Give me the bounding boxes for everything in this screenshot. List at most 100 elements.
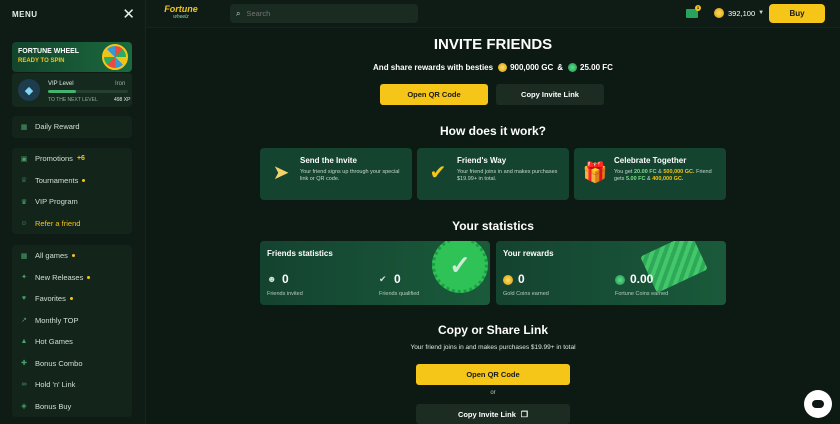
copy-icon: ❐ — [520, 409, 529, 419]
gc-amount: 900,000 — [510, 63, 539, 72]
statistics-title: Your statistics — [452, 219, 534, 233]
sidebar-item-label: Hot Games — [35, 337, 73, 347]
friends-invited-value: 0 — [282, 272, 289, 286]
chat-button[interactable] — [804, 390, 832, 418]
users-icon: ☺ — [20, 219, 28, 227]
gold-coin-icon — [498, 63, 508, 72]
sidebar-item-refer-friend[interactable]: ☺ Refer a friend — [12, 213, 132, 235]
desc-gc: 500,000 GC. — [663, 169, 695, 175]
page-title: INVITE FRIENDS — [433, 36, 553, 53]
how-card-desc: Your friend joins in and makes purchases… — [457, 169, 558, 182]
copy-link-label: Copy Invite Link — [457, 409, 516, 419]
sidebar-item-tournaments[interactable]: ♕ Tournaments — [12, 170, 132, 192]
fortune-coin-icon — [615, 275, 625, 285]
new-dot — [87, 275, 91, 279]
fortune-wheel-card[interactable]: FORTUNE WHEEL READY TO SPIN — [12, 42, 132, 72]
how-card-desc: Your friend signs up through your specia… — [300, 169, 400, 182]
vip-card[interactable]: ◆ VIP Level Iron TO THE NEXT LEVEL 498 X… — [12, 73, 132, 107]
how-card-title: Send the Invite — [300, 156, 357, 165]
copy-invite-link-button[interactable]: Copy Invite Link — [496, 84, 604, 105]
combo-icon: ✚ — [21, 360, 27, 368]
sidebar-item-label: All games — [35, 251, 68, 261]
notification-badge: 1 — [695, 5, 701, 11]
sidebar-item-label: Monthly TOP — [35, 315, 79, 325]
sidebar-item-daily-reward[interactable]: ▦ Daily Reward — [12, 116, 132, 138]
sidebar-item-all-games[interactable]: ▦ All games — [12, 245, 132, 267]
sidebar-group-promo: ▣ Promotions +6 ♕ Tournaments ♛ VIP Prog… — [12, 148, 132, 234]
fortune-wheel-title: FORTUNE WHEEL — [18, 48, 80, 55]
how-card-desc: You get 20.00 FC & 500,000 GC. Friend ge… — [614, 169, 722, 183]
share-open-qr-code-button[interactable]: Open QR Code — [416, 364, 570, 385]
invite-subtitle: And share rewards with besties 900,000 G… — [146, 63, 840, 72]
sidebar-item-monthly-top[interactable]: ↗ Monthly TOP — [12, 310, 132, 332]
logo-main-text: Fortune — [164, 4, 198, 14]
link-icon: ∞ — [21, 381, 27, 389]
copy-share-title: Copy or Share Link — [437, 323, 549, 337]
gold-coins-label: Gold Coins earned — [503, 291, 549, 297]
diamond-icon: ◆ — [18, 79, 40, 101]
sidebar-item-label: VIP Program — [35, 197, 78, 207]
search-bar[interactable]: ⌕ — [230, 4, 418, 23]
trending-icon: ↗ — [21, 317, 27, 325]
desc-gc: 400,000 GC. — [652, 176, 684, 182]
sidebar-group-games: ▦ All games ✦ New Releases ♥ Favorites ↗… — [12, 245, 132, 417]
gift-box-icon: 🎁 — [582, 161, 608, 184]
fire-icon: ▲ — [20, 338, 28, 346]
new-dot — [71, 254, 75, 258]
stat-card-title: Your rewards — [503, 249, 554, 258]
logo[interactable]: Fortune wheelz — [161, 4, 201, 20]
desc-fc: 5.00 FC — [625, 176, 646, 182]
desc-fc: 20.00 FC — [634, 169, 657, 175]
stat-card-title: Friends statistics — [267, 249, 333, 258]
sidebar-item-hot-games[interactable]: ▲ Hot Games — [12, 331, 132, 353]
open-qr-code-button[interactable]: Open QR Code — [380, 84, 488, 105]
crown-icon: ♛ — [20, 198, 28, 206]
top-bar: Fortune wheelz ⌕ 1 392,100 ▼ Buy — [146, 0, 840, 28]
sidebar-item-label: Daily Reward — [35, 122, 80, 132]
fortune-coins-label: Fortune Coins earned — [615, 291, 669, 297]
grid-icon: ▦ — [20, 252, 28, 260]
sidebar-item-bonus-combo[interactable]: ✚ Bonus Combo — [12, 353, 132, 375]
sidebar-item-label: Favorites — [35, 294, 66, 304]
promotions-count-badge: +6 — [76, 155, 85, 163]
trophy-icon: ♕ — [20, 177, 28, 185]
vip-next-label: TO THE NEXT LEVEL — [48, 97, 98, 103]
friends-qualified-value: 0 — [394, 272, 401, 286]
fortune-wheel-status: READY TO SPIN — [18, 58, 65, 64]
check-circle-icon: ✔ — [379, 274, 387, 284]
buy-button[interactable]: Buy — [769, 4, 825, 23]
sidebar-item-label: Bonus Buy — [35, 401, 72, 411]
sidebar-item-new-releases[interactable]: ✦ New Releases — [12, 267, 132, 289]
gold-coin-icon — [714, 8, 724, 18]
sidebar-item-label: Hold 'n' Link — [35, 380, 76, 390]
gold-coins-value: 0 — [518, 272, 525, 286]
sidebar-item-vip-program[interactable]: ♛ VIP Program — [12, 191, 132, 213]
sidebar-item-favorites[interactable]: ♥ Favorites — [12, 288, 132, 310]
invite-subtitle-text: And share rewards with besties — [373, 63, 494, 72]
sidebar: MENU ✕ FORTUNE WHEEL READY TO SPIN ◆ VIP… — [0, 0, 146, 424]
calendar-icon: ▦ — [20, 123, 28, 131]
how-card-send-invite: ➤ Send the Invite Your friend signs up t… — [260, 148, 412, 200]
new-dot — [69, 297, 73, 301]
amp-sign: & — [557, 63, 564, 72]
or-separator: or — [490, 390, 496, 396]
new-dot — [82, 178, 86, 182]
balance-value: 392,100 — [728, 8, 756, 18]
sidebar-item-promotions[interactable]: ▣ Promotions +6 — [12, 148, 132, 170]
sidebar-item-label: Tournaments — [35, 175, 79, 185]
sidebar-item-hold-n-link[interactable]: ∞ Hold 'n' Link — [12, 374, 132, 396]
chat-icon — [812, 400, 824, 408]
desc-amp: & — [658, 169, 662, 175]
fc-amount: 25.00 — [580, 63, 601, 72]
balance-selector[interactable]: 392,100 ▼ — [714, 8, 764, 18]
friends-invited-label: Friends invited — [267, 291, 303, 297]
close-icon[interactable]: ✕ — [122, 7, 135, 22]
share-copy-invite-link-button[interactable]: Copy Invite Link ❐ — [416, 404, 570, 424]
sidebar-item-bonus-buy[interactable]: ◈ Bonus Buy — [12, 396, 132, 418]
badge-check-icon: ✔ — [429, 161, 447, 184]
paper-plane-icon: ➤ — [272, 161, 290, 184]
user-icon: ☻ — [267, 274, 277, 284]
search-input[interactable] — [246, 9, 407, 18]
chevron-down-icon: ▼ — [758, 10, 765, 16]
heart-icon: ♥ — [21, 295, 27, 303]
